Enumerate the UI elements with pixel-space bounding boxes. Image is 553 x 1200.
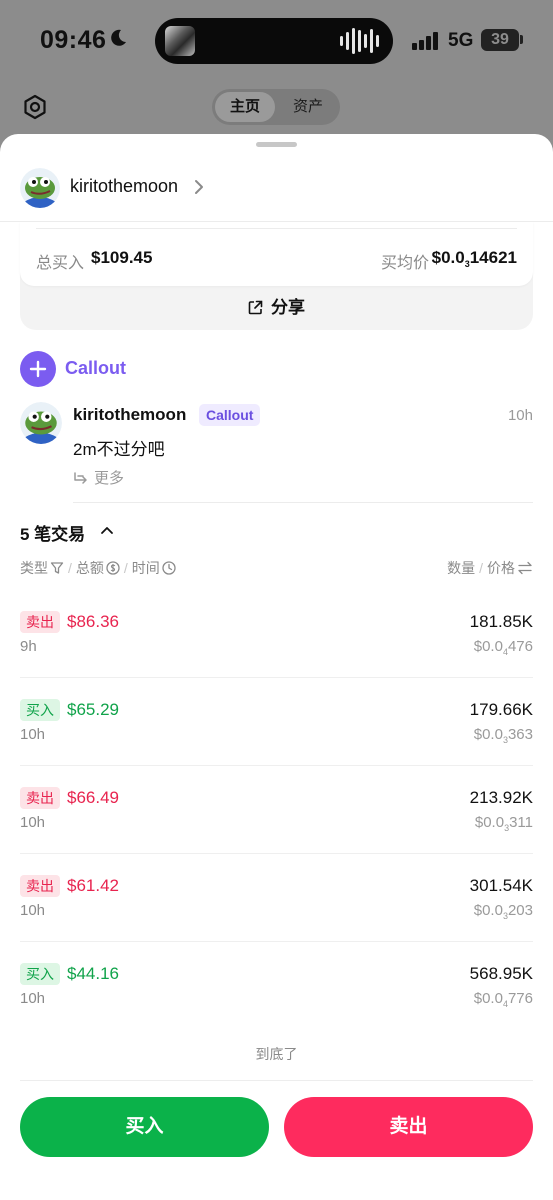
column-total[interactable]: 总额 xyxy=(76,560,120,576)
background-app: 09:46 5G 39 主页 资产 xyxy=(0,0,553,140)
type-badge: 卖出 xyxy=(20,875,60,897)
transactions-list: 卖出 $86.36 9h 181.85K $0.04476 买入 $65.29 … xyxy=(20,590,533,1029)
status-time: 09:46 xyxy=(40,26,107,54)
transaction-time: 10h xyxy=(20,814,46,831)
total-buy-label: 总买入 xyxy=(36,255,85,272)
buy-button[interactable]: 买入 xyxy=(20,1097,269,1157)
transaction-amount: $65.29 xyxy=(67,700,119,719)
pepe-avatar-icon xyxy=(20,168,60,208)
plus-icon xyxy=(29,360,47,378)
transaction-quantity: 568.95K xyxy=(469,964,533,983)
add-callout-button[interactable] xyxy=(20,351,56,387)
transaction-quantity: 179.66K xyxy=(469,700,533,719)
dollar-circle-icon xyxy=(106,561,120,575)
sell-button[interactable]: 卖出 xyxy=(284,1097,533,1157)
post-text: 2m不过分吧 xyxy=(73,440,165,459)
battery-tip xyxy=(520,35,523,44)
transaction-amount: $44.16 xyxy=(67,964,119,983)
transaction-row[interactable]: 买入 $65.29 10h 179.66K $0.03363 xyxy=(20,678,533,766)
transaction-amount: $86.36 xyxy=(67,612,119,631)
transaction-quantity: 213.92K xyxy=(469,788,533,807)
username: kiritothemoon xyxy=(70,176,179,196)
transaction-price: $0.03203 xyxy=(473,902,533,921)
transaction-price: $0.04776 xyxy=(473,990,533,1009)
transaction-time: 10h xyxy=(20,902,46,919)
transaction-time: 9h xyxy=(20,638,37,655)
reply-icon xyxy=(74,472,87,484)
column-quantity[interactable]: 数量 xyxy=(447,560,475,576)
post-author[interactable]: kiritothemoon xyxy=(73,405,186,425)
sheet-drag-handle[interactable] xyxy=(256,142,297,147)
callout-label[interactable]: Callout xyxy=(65,358,126,379)
callout-post: kiritothemoon Callout 10h 2m不过分吧 更多 xyxy=(20,402,533,502)
network-type: 5G xyxy=(448,30,474,51)
status-bar: 09:46 5G 39 xyxy=(0,0,553,80)
filter-icon xyxy=(50,562,64,574)
dynamic-island xyxy=(155,18,393,64)
moon-icon xyxy=(111,29,126,46)
divider xyxy=(36,228,517,229)
total-buy-value: $109.45 xyxy=(91,248,153,267)
transaction-amount: $61.42 xyxy=(67,876,119,895)
column-type[interactable]: 类型 xyxy=(20,560,64,576)
transaction-row[interactable]: 卖出 $61.42 10h 301.54K $0.03203 xyxy=(20,854,533,942)
pepe-avatar-icon xyxy=(20,402,62,444)
avg-price-label: 买均价 xyxy=(380,255,429,272)
signal-icon xyxy=(412,32,440,50)
battery-level: 39 xyxy=(481,29,519,51)
user-header[interactable]: kiritothemoon xyxy=(20,168,540,208)
tab-assets[interactable]: 资产 xyxy=(278,92,338,122)
type-badge: 卖出 xyxy=(20,787,60,809)
type-badge: 买入 xyxy=(20,699,60,721)
divider xyxy=(73,502,533,503)
home-asset-switch: 主页 资产 xyxy=(212,89,340,125)
transaction-price: $0.03363 xyxy=(473,726,533,745)
avatar[interactable] xyxy=(20,402,62,444)
divider xyxy=(20,1080,533,1081)
transaction-amount: $66.49 xyxy=(67,788,119,807)
transactions-title[interactable]: 5 笔交易 xyxy=(20,520,85,545)
swap-icon xyxy=(518,561,532,575)
position-summary: 总买入 $109.45 买均价 $0.0314621 xyxy=(20,222,533,286)
type-badge: 卖出 xyxy=(20,611,60,633)
transaction-time: 10h xyxy=(20,726,46,743)
gear-icon[interactable] xyxy=(22,94,48,120)
column-price[interactable]: 价格 xyxy=(487,560,533,576)
album-art xyxy=(165,26,195,56)
transaction-row[interactable]: 卖出 $86.36 9h 181.85K $0.04476 xyxy=(20,590,533,678)
tab-home[interactable]: 主页 xyxy=(215,92,275,122)
caret-up-icon[interactable] xyxy=(100,525,114,535)
more-label: 更多 xyxy=(94,470,125,487)
transaction-row[interactable]: 买入 $44.16 10h 568.95K $0.04776 xyxy=(20,942,533,1029)
transaction-time: 10h xyxy=(20,990,46,1007)
end-of-list-label: 到底了 xyxy=(255,1046,298,1062)
position-card: 总买入 $109.45 买均价 $0.0314621 分享 xyxy=(20,222,533,330)
column-time[interactable]: 时间 xyxy=(132,560,176,576)
more-button[interactable]: 更多 xyxy=(73,467,124,488)
clock-icon xyxy=(162,561,176,575)
waveform-icon xyxy=(340,28,379,54)
share-button[interactable]: 分享 xyxy=(20,286,533,330)
transaction-price: $0.04476 xyxy=(473,638,533,657)
type-badge: 买入 xyxy=(20,963,60,985)
avatar xyxy=(20,168,60,208)
transaction-quantity: 181.85K xyxy=(469,612,533,631)
post-time: 10h xyxy=(507,407,533,424)
bottom-sheet: kiritothemoon 总买入 $109.45 买均价 $0.0314621… xyxy=(0,134,553,1200)
share-icon xyxy=(248,300,263,315)
chevron-right-icon xyxy=(195,180,203,194)
transaction-row[interactable]: 卖出 $66.49 10h 213.92K $0.03311 xyxy=(20,766,533,854)
avg-price-value: $0.0314621 xyxy=(431,248,517,269)
transaction-price: $0.03311 xyxy=(474,814,533,833)
callout-badge: Callout xyxy=(199,404,261,426)
transactions-header: 类型 / 总额 / 时间 数量 / 价格 xyxy=(20,558,533,578)
share-label: 分享 xyxy=(271,298,305,317)
transaction-quantity: 301.54K xyxy=(469,876,533,895)
